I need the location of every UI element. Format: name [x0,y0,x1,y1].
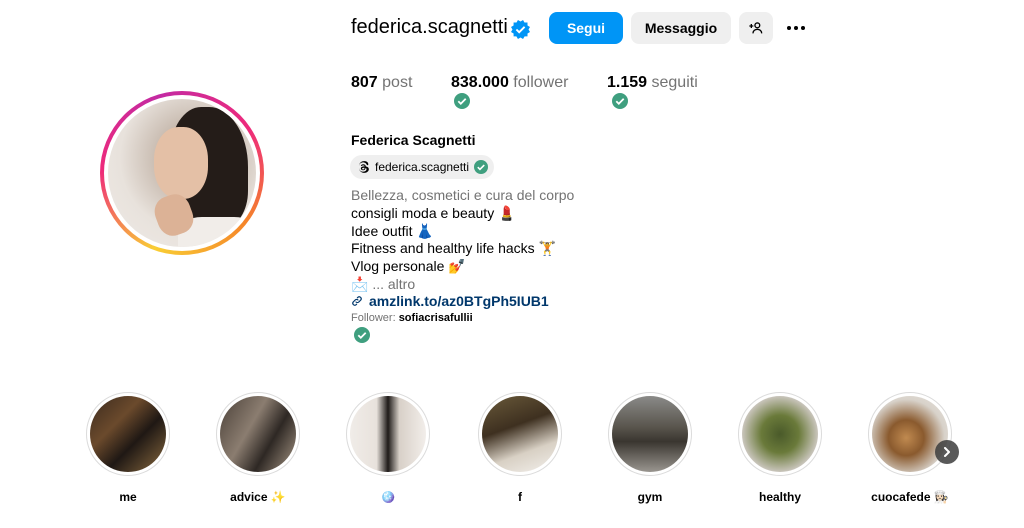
highlight-item[interactable]: f [478,392,562,504]
verified-badge-icon [511,20,530,39]
highlight-label: me [119,490,137,504]
follow-button[interactable]: Segui [549,12,623,44]
posts-count: 807 [351,74,378,91]
bio-line: Fitness and healthy life hacks 🏋 [351,240,556,256]
highlight-item[interactable]: gym [608,392,692,504]
bio-more-row: 📩 ... altro [351,276,415,293]
highlight-cover [612,396,688,472]
following-stat[interactable]: 1.159 seguiti [607,74,698,92]
highlights-next-button[interactable] [935,440,959,464]
highlight-cover [742,396,818,472]
avatar-photo [108,99,256,247]
threads-handle: federica.scagnetti [375,160,470,174]
add-person-icon [749,22,763,34]
bio-category: Bellezza, cosmetici e cura del corpo [351,187,575,203]
posts-label: post [382,74,413,91]
followers-count: 838.000 [451,74,509,91]
followed-by-user: sofiacrisafullii [398,312,473,324]
highlight-label: advice ✨ [230,490,286,504]
highlight-item[interactable]: advice ✨ [216,392,300,504]
followed-by[interactable]: Follower: sofiacrisafullii [351,312,473,324]
bio-line: Idee outfit 👗 [351,223,434,239]
dot-icon [794,26,798,30]
highlight-cover [350,396,426,472]
followed-by-label: Follower: [351,312,396,324]
highlight-label: f [518,490,522,504]
envelope-emoji: 📩 [351,276,369,292]
check-circle-icon [354,327,370,343]
highlight-item[interactable]: healthy [738,392,822,504]
suggested-users-button[interactable] [739,12,773,44]
posts-stat: 807 post [351,74,412,92]
following-count: 1.159 [607,74,648,91]
profile-full-name: Federica Scagnetti [351,132,476,148]
more-options-button[interactable] [783,16,809,40]
threads-badge[interactable]: federica.scagnetti [350,155,495,179]
highlight-item[interactable]: 🪩 [346,392,430,504]
highlight-item[interactable]: cuocafede 👩🏻‍🍳 [868,392,952,504]
link-icon [352,296,362,306]
dot-icon [801,26,805,30]
highlight-cover [872,396,948,472]
check-circle-icon [454,93,470,109]
highlight-cover [90,396,166,472]
followers-label: follower [513,74,569,91]
profile-username: federica.scagnetti [351,16,508,38]
bio-more-link[interactable]: ... altro [372,276,415,292]
highlight-cover [482,396,558,472]
following-label: seguiti [651,74,698,91]
highlight-label: 🪩 [380,490,396,504]
check-circle-icon [612,93,628,109]
highlight-label: cuocafede 👩🏻‍🍳 [871,490,949,504]
dot-icon [787,26,791,30]
message-button[interactable]: Messaggio [631,12,731,44]
threads-icon [358,161,369,173]
highlight-item[interactable]: me [86,392,170,504]
check-circle-icon [474,160,489,174]
bio-link-text: amzlink.to/az0BTgPh5IUB1 [369,293,549,309]
profile-avatar[interactable] [100,91,264,255]
highlight-cover [220,396,296,472]
bio-line: consigli moda e beauty 💄 [351,205,516,221]
highlight-label: healthy [758,490,801,504]
followers-stat[interactable]: 838.000 follower [451,74,568,92]
bio-external-link[interactable]: amzlink.to/az0BTgPh5IUB1 [351,293,549,309]
chevron-right-icon [944,447,950,457]
bio-line: Vlog personale 💅 [351,258,466,274]
highlight-label: gym [637,490,663,504]
avatar-border [104,95,260,251]
